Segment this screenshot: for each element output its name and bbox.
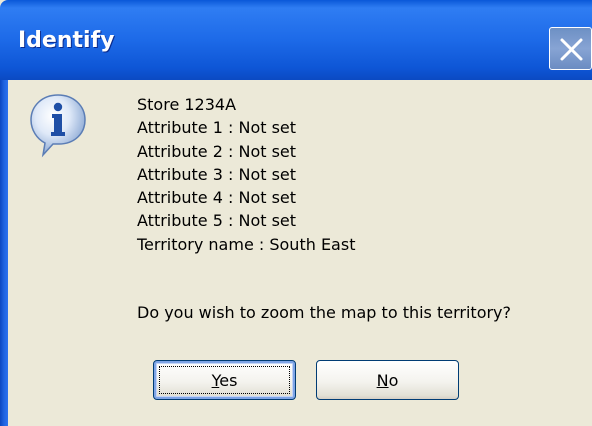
information-icon xyxy=(30,94,86,158)
message-line: Attribute 5 : Not set xyxy=(137,211,297,231)
close-icon xyxy=(560,38,583,61)
no-button[interactable]: No xyxy=(316,360,459,400)
window-frame-left xyxy=(0,80,8,426)
window-title: Identify xyxy=(18,28,115,53)
question-text: Do you wish to zoom the map to this terr… xyxy=(137,303,512,322)
message-line: Attribute 4 : Not set xyxy=(137,188,297,208)
message-line: Attribute 3 : Not set xyxy=(137,164,297,184)
message-line: Attribute 1 : Not set xyxy=(137,118,297,138)
yes-button[interactable]: Yes xyxy=(153,360,296,400)
message-line: Territory name : South East xyxy=(137,234,356,254)
message-text: Store 1234A Attribute 1 : Not set Attrib… xyxy=(137,93,355,256)
focus-rectangle xyxy=(159,366,290,394)
no-button-label: No xyxy=(376,370,399,390)
close-button[interactable] xyxy=(549,27,592,70)
identify-dialog: Identify Store 1234A Attribute 1 : Not s… xyxy=(0,0,592,426)
title-bar[interactable]: Identify xyxy=(0,0,592,80)
message-line: Store 1234A xyxy=(137,95,237,114)
message-line: Attribute 2 : Not set xyxy=(137,141,297,161)
